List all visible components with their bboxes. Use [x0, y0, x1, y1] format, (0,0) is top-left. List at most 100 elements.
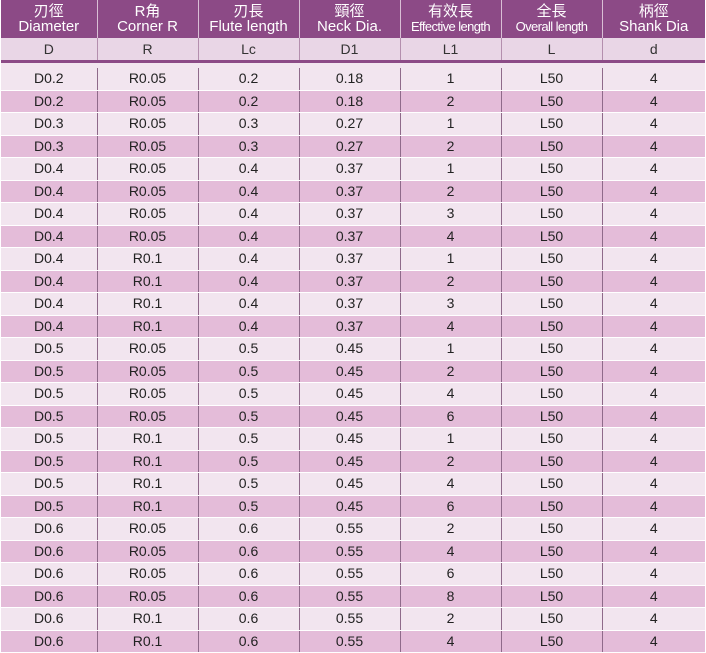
table-cell: 0.2 — [198, 68, 300, 91]
table-cell: 0.37 — [299, 315, 401, 338]
table-cell: D0.3 — [1, 112, 98, 136]
table-cell: 4 — [602, 315, 705, 338]
table-cell: 4 — [602, 112, 705, 136]
table-cell: 4 — [400, 225, 502, 248]
col-header-ja: 頸徑 — [334, 3, 365, 20]
table-cell: L50 — [501, 495, 603, 518]
table-cell: 0.6 — [198, 630, 300, 653]
table-row: D0.5 R0.1 0.5 0.45 4 L50 4 — [1, 472, 705, 496]
table-row: D0.6 R0.05 0.6 0.55 2 L50 4 — [1, 517, 705, 541]
table-cell: 4 — [602, 202, 705, 226]
table-cell: 1 — [400, 247, 502, 271]
table-cell: R0.05 — [97, 202, 199, 226]
table-cell: L50 — [501, 405, 603, 428]
col-symbol: Lc — [198, 38, 300, 63]
table-cell: R0.05 — [97, 337, 199, 361]
table-cell: 4 — [400, 382, 502, 406]
table-cell: L50 — [501, 540, 603, 563]
col-header-neck-dia: 頸徑 Neck Dia. — [299, 0, 401, 38]
table-cell: 0.4 — [198, 270, 300, 293]
table-cell: L50 — [501, 517, 603, 541]
table-row: D0.6 R0.05 0.6 0.55 4 L50 4 — [1, 540, 705, 563]
col-header-ja: R角 — [134, 3, 161, 20]
col-header-ja: 刃徑 — [33, 3, 64, 20]
table-cell: 3 — [400, 202, 502, 226]
table-cell: L50 — [501, 360, 603, 383]
header-title-row: 刃徑 Diameter R角 Corner R 刃長 Flute length … — [1, 0, 705, 38]
table-cell: R0.05 — [97, 585, 199, 608]
table-cell: 4 — [602, 540, 705, 563]
table-cell: 0.6 — [198, 517, 300, 541]
table-cell: 4 — [602, 90, 705, 113]
table-cell: R0.1 — [97, 247, 199, 271]
table-cell: 0.27 — [299, 112, 401, 136]
table-cell: D0.5 — [1, 337, 98, 361]
table-cell: 4 — [602, 337, 705, 361]
table-cell: D0.4 — [1, 247, 98, 271]
col-header-en: Neck Dia. — [316, 18, 383, 35]
table-cell: R0.1 — [97, 427, 199, 451]
table-cell: 0.6 — [198, 540, 300, 563]
table-cell: 0.2 — [198, 90, 300, 113]
table-cell: D0.4 — [1, 292, 98, 316]
table-cell: L50 — [501, 90, 603, 113]
table-cell: 4 — [602, 495, 705, 518]
table-cell: 4 — [400, 472, 502, 496]
table-cell: 4 — [602, 382, 705, 406]
table-cell: R0.1 — [97, 315, 199, 338]
table-cell: D0.6 — [1, 562, 98, 586]
table-row: D0.4 R0.05 0.4 0.37 3 L50 4 — [1, 202, 705, 226]
table-row: D0.4 R0.1 0.4 0.37 3 L50 4 — [1, 292, 705, 316]
table-cell: 4 — [400, 630, 502, 653]
table-cell: D0.5 — [1, 360, 98, 383]
table-cell: 4 — [602, 157, 705, 181]
table-cell: 2 — [400, 270, 502, 293]
table-cell: 4 — [602, 630, 705, 653]
spec-table: 刃徑 Diameter R角 Corner R 刃長 Flute length … — [1, 0, 705, 653]
table-cell: 0.37 — [299, 157, 401, 181]
table-cell: 0.5 — [198, 337, 300, 361]
table-cell: 0.6 — [198, 607, 300, 631]
table-cell: 0.5 — [198, 405, 300, 428]
table-row: D0.2 R0.05 0.2 0.18 2 L50 4 — [1, 90, 705, 113]
table-cell: R0.05 — [97, 540, 199, 563]
table-cell: 4 — [400, 540, 502, 563]
table-cell: 1 — [400, 68, 502, 91]
table-cell: 2 — [400, 135, 502, 158]
col-header-en: Shank Dia — [619, 18, 689, 35]
table-cell: 0.45 — [299, 450, 401, 473]
table-cell: D0.5 — [1, 427, 98, 451]
table-row: D0.6 R0.05 0.6 0.55 8 L50 4 — [1, 585, 705, 608]
table-cell: 3 — [400, 292, 502, 316]
table-cell: L50 — [501, 180, 603, 203]
table-cell: 0.4 — [198, 180, 300, 203]
table-cell: R0.05 — [97, 112, 199, 136]
table-cell: 0.3 — [198, 135, 300, 158]
table-row: D0.5 R0.1 0.5 0.45 2 L50 4 — [1, 450, 705, 473]
table-cell: 1 — [400, 157, 502, 181]
table-cell: L50 — [501, 202, 603, 226]
table-cell: D0.6 — [1, 517, 98, 541]
table-cell: 4 — [602, 607, 705, 631]
table-cell: 0.37 — [299, 247, 401, 271]
table-cell: 0.3 — [198, 112, 300, 136]
table-cell: L50 — [501, 562, 603, 586]
table-row: D0.3 R0.05 0.3 0.27 1 L50 4 — [1, 112, 705, 136]
table-cell: 4 — [602, 427, 705, 451]
table-cell: R0.05 — [97, 382, 199, 406]
table-cell: D0.5 — [1, 472, 98, 496]
table-cell: D0.6 — [1, 540, 98, 563]
table-cell: 0.4 — [198, 247, 300, 271]
table-cell: R0.05 — [97, 405, 199, 428]
table-cell: R0.05 — [97, 135, 199, 158]
table-cell: 6 — [400, 495, 502, 518]
table-cell: 2 — [400, 450, 502, 473]
table-cell: R0.05 — [97, 517, 199, 541]
table-row: D0.5 R0.1 0.5 0.45 6 L50 4 — [1, 495, 705, 518]
col-header-en: Effective length — [410, 19, 491, 34]
table-cell: 0.55 — [299, 540, 401, 563]
table-cell: R0.05 — [97, 360, 199, 383]
col-header-shank-dia: 柄徑 Shank Dia — [602, 0, 705, 38]
table-cell: 0.27 — [299, 135, 401, 158]
table-cell: 8 — [400, 585, 502, 608]
